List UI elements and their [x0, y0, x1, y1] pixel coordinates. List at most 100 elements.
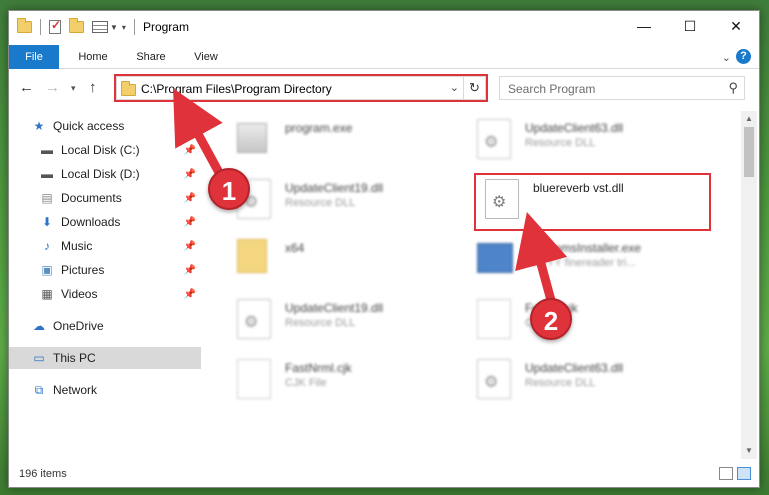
step-badge-1: 1: [208, 168, 250, 210]
videos-icon: ▦: [41, 287, 53, 301]
back-arrow-icon[interactable]: ←: [19, 79, 34, 96]
network-icon: ⧉: [34, 382, 44, 397]
documents-icon: ▤: [41, 191, 53, 205]
tab-home[interactable]: Home: [69, 45, 117, 69]
pin-icon[interactable]: 📌: [184, 241, 196, 252]
tab-file[interactable]: File: [9, 45, 59, 69]
file-name: ProgramsInstaller.exe: [525, 241, 642, 255]
file-item-cjk[interactable]: Fe...rn.cjk C...: [477, 295, 697, 347]
file-name: UpdateClient19.dll: [285, 301, 384, 315]
pin-icon[interactable]: 📌: [184, 169, 196, 180]
file-item-x64-folder[interactable]: x64: [237, 235, 457, 287]
exe-file-icon: [237, 123, 267, 153]
navigation-bar: ← → ▾ ↑ C:\Program Files\Program Directo…: [9, 71, 759, 105]
pin-icon[interactable]: 📌: [184, 289, 196, 300]
sidebar-item-label: Downloads: [61, 215, 121, 229]
file-item-updateclient63[interactable]: UpdateClient63.dll Resource DLL: [477, 115, 697, 167]
scroll-down-icon[interactable]: ▼: [741, 443, 757, 459]
folder-icon[interactable]: [17, 18, 32, 33]
file-item-fastnrml[interactable]: FastNrml.cjk CJK File: [237, 355, 457, 407]
large-icons-view-icon[interactable]: [737, 467, 751, 480]
folder-icon: [237, 239, 267, 273]
file-name: UpdateClient63.dll: [525, 361, 624, 375]
pin-icon[interactable]: 📌: [184, 193, 196, 204]
file-type: Resource DLL: [525, 137, 596, 149]
sidebar-item-onedrive[interactable]: ☁ OneDrive: [9, 315, 201, 337]
sidebar-item-label: Local Disk (D:): [61, 167, 140, 181]
close-button[interactable]: ✕: [713, 11, 759, 41]
file-name: program.exe: [285, 121, 353, 135]
tab-view[interactable]: View: [183, 45, 229, 69]
sidebar-item-local-disk-c[interactable]: ▬ Local Disk (C:) 📌: [9, 139, 201, 161]
sidebar-item-videos[interactable]: ▦ Videos 📌: [9, 283, 201, 305]
file-type: Resource DLL: [525, 377, 596, 389]
vertical-scrollbar[interactable]: ▲ ▼: [741, 111, 757, 459]
help-icon[interactable]: ?: [736, 49, 751, 64]
file-item-updateclient19[interactable]: UpdateClient19.dll Resource DLL: [237, 175, 457, 227]
drive-icon: ▬: [41, 143, 53, 157]
sidebar-item-local-disk-d[interactable]: ▬ Local Disk (D:) 📌: [9, 163, 201, 185]
properties-check-icon[interactable]: [49, 18, 61, 34]
minimize-button[interactable]: —: [621, 11, 667, 41]
view-options-icon[interactable]: [92, 21, 108, 33]
dll-file-icon: [477, 119, 511, 159]
tab-share[interactable]: Share: [127, 45, 175, 69]
forward-arrow-icon[interactable]: →: [45, 79, 60, 96]
sidebar-item-network[interactable]: ⧉ Network: [9, 379, 201, 401]
file-item-programsinstaller[interactable]: ProgramsInstaller.exe ABBYY finereader t…: [477, 235, 697, 287]
sidebar-item-label: Videos: [61, 287, 98, 301]
details-view-icon[interactable]: [719, 467, 733, 480]
recent-locations-icon[interactable]: ▾: [71, 83, 76, 94]
scroll-up-icon[interactable]: ▲: [741, 111, 757, 127]
maximize-button[interactable]: ☐: [667, 11, 713, 41]
file-type: CJK File: [285, 377, 327, 389]
up-arrow-icon[interactable]: ↑: [89, 79, 97, 96]
ribbon-tabs: File Home Share View ⌄ ?: [9, 45, 759, 69]
search-placeholder: Search Program: [508, 82, 596, 96]
pictures-icon: ▣: [41, 263, 53, 277]
search-input[interactable]: Search Program ⚲: [499, 76, 745, 100]
pin-icon[interactable]: 📌: [184, 217, 196, 228]
step-badge-2: 2: [530, 298, 572, 340]
customize-toolbar-icon[interactable]: ▾: [122, 23, 126, 32]
status-bar: 196 items: [9, 461, 759, 487]
sidebar-item-music[interactable]: ♪ Music 📌: [9, 235, 201, 257]
sidebar-item-label: Music: [61, 239, 93, 253]
sidebar-item-quick-access[interactable]: ★ Quick access: [9, 115, 201, 137]
sidebar-item-pictures[interactable]: ▣ Pictures 📌: [9, 259, 201, 281]
file-item-updateclient63-b[interactable]: UpdateClient63.dll Resource DLL: [477, 355, 697, 407]
item-count: 196 items: [19, 468, 67, 480]
star-icon: ★: [33, 119, 45, 133]
file-name: UpdateClient19.dll: [285, 181, 384, 195]
pin-icon[interactable]: 📌: [184, 265, 196, 276]
toolbar-divider: [40, 19, 41, 35]
file-list: program.exe UpdateClient63.dll Resource …: [205, 111, 741, 459]
file-name: FastNrml.cjk: [285, 361, 352, 375]
scroll-thumb[interactable]: [744, 127, 754, 177]
sidebar-item-label: Documents: [61, 191, 122, 205]
sidebar-item-documents[interactable]: ▤ Documents 📌: [9, 187, 201, 209]
new-folder-icon[interactable]: [69, 18, 84, 33]
sidebar-item-this-pc[interactable]: ▭ This PC: [9, 347, 201, 369]
explorer-window: ▼ ▾ Program — ☐ ✕ File Home Share View ⌄…: [8, 10, 760, 488]
file-item-program-exe[interactable]: program.exe: [237, 115, 457, 167]
sidebar-item-label: Local Disk (C:): [61, 143, 140, 157]
file-name: x64: [285, 241, 305, 255]
navigation-pane: ★ Quick access ▬ Local Disk (C:) 📌 ▬ Loc…: [9, 111, 201, 451]
window-title: Program: [142, 20, 189, 34]
music-icon: ♪: [44, 239, 50, 253]
file-item-updateclient19-b[interactable]: UpdateClient19.dll Resource DLL: [237, 295, 457, 347]
computer-icon: ▭: [33, 351, 45, 365]
file-name: UpdateClient63.dll: [525, 121, 624, 135]
chevron-down-icon[interactable]: ▼: [110, 23, 118, 32]
title-divider: [133, 19, 135, 35]
address-highlight-box: [114, 74, 488, 102]
dll-file-icon: [477, 359, 511, 399]
sidebar-item-label: This PC: [53, 351, 96, 365]
quick-access-toolbar: ▼ ▾ Program: [17, 18, 189, 35]
document-icon: [237, 359, 271, 399]
sidebar-item-downloads[interactable]: ⬇ Downloads 📌: [9, 211, 201, 233]
search-icon[interactable]: ⚲: [728, 80, 738, 96]
expand-ribbon-icon[interactable]: ⌄: [722, 51, 731, 64]
pin-icon[interactable]: 📌: [184, 145, 196, 156]
